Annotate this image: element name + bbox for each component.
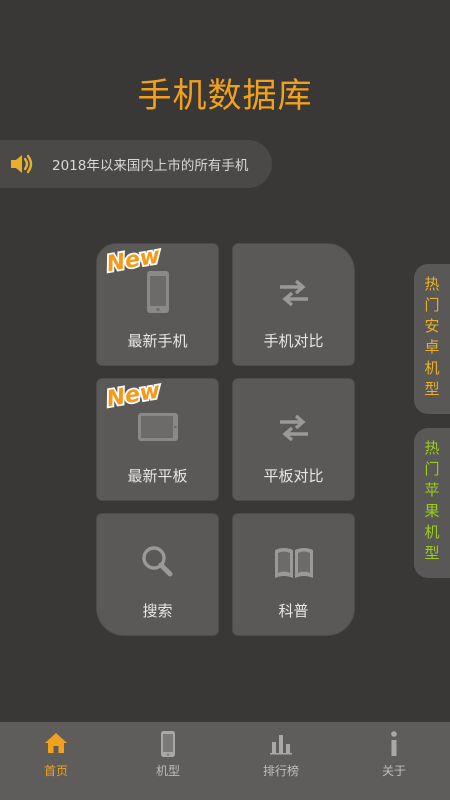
info-icon [338,730,450,758]
tile-tablet-compare[interactable]: 平板对比 [232,378,355,501]
tab-models[interactable]: 机型 [112,722,224,800]
tile-label: 最新手机 [127,332,188,350]
side-tab-char: 果 [424,502,440,520]
tab-ranking[interactable]: 排行榜 [225,722,337,800]
phone-icon [97,270,218,314]
tab-label: 首页 [43,764,68,778]
tablet-icon [97,405,218,449]
tile-latest-phones[interactable]: 最新手机 [96,243,219,366]
tile-science[interactable]: 科普 [232,513,355,636]
tile-label: 最新平板 [127,467,188,485]
side-tab-hot-apple[interactable]: 热 门 苹 果 机 型 [414,428,450,578]
search-icon [97,540,218,584]
tab-label: 排行榜 [262,764,299,778]
tile-latest-tablets[interactable]: 最新平板 [96,378,219,501]
tab-label: 关于 [381,764,406,778]
side-tab-hot-android[interactable]: 热 门 安 卓 机 型 [414,264,450,414]
book-icon [233,540,354,584]
tab-about[interactable]: 关于 [338,722,450,800]
app-title: 手机数据库 [137,76,313,116]
side-tab-char: 型 [424,544,440,562]
tile-label: 搜索 [142,602,173,620]
tile-phone-compare[interactable]: 手机对比 [232,243,355,366]
side-tab-char: 门 [424,460,440,478]
tile-label: 科普 [278,602,309,620]
bar-chart-icon [225,730,337,758]
announcement-text: 2018年以来国内上市的所有手机 [52,158,249,174]
home-screen: 手机数据库 2018年以来国内上市的所有手机 最新手机 手机对比 最新平板 平板… [0,0,450,800]
side-tab-char: 机 [424,359,440,377]
tab-home[interactable]: 首页 [0,722,112,800]
announcement-bar[interactable]: 2018年以来国内上市的所有手机 [0,140,272,188]
swap-arrows-icon [233,270,354,314]
tile-label: 平板对比 [263,467,324,485]
side-tab-char: 型 [424,380,440,398]
side-tab-char: 卓 [424,338,440,356]
swap-arrows-icon [233,405,354,449]
side-tab-char: 热 [424,439,440,457]
home-icon [0,730,112,758]
speaker-icon [8,152,36,176]
phone-icon [112,730,224,758]
side-tab-char: 机 [424,523,440,541]
tile-search[interactable]: 搜索 [96,513,219,636]
side-tab-char: 热 [424,275,440,293]
side-tab-char: 安 [424,317,440,335]
bottom-tab-bar: 首页 机型 排行榜 关于 [0,722,450,800]
tile-label: 手机对比 [263,332,324,350]
tab-label: 机型 [155,764,180,778]
side-tab-char: 苹 [424,481,440,499]
side-tab-char: 门 [424,296,440,314]
feature-grid: 最新手机 手机对比 最新平板 平板对比 搜索 科普 [96,243,355,636]
